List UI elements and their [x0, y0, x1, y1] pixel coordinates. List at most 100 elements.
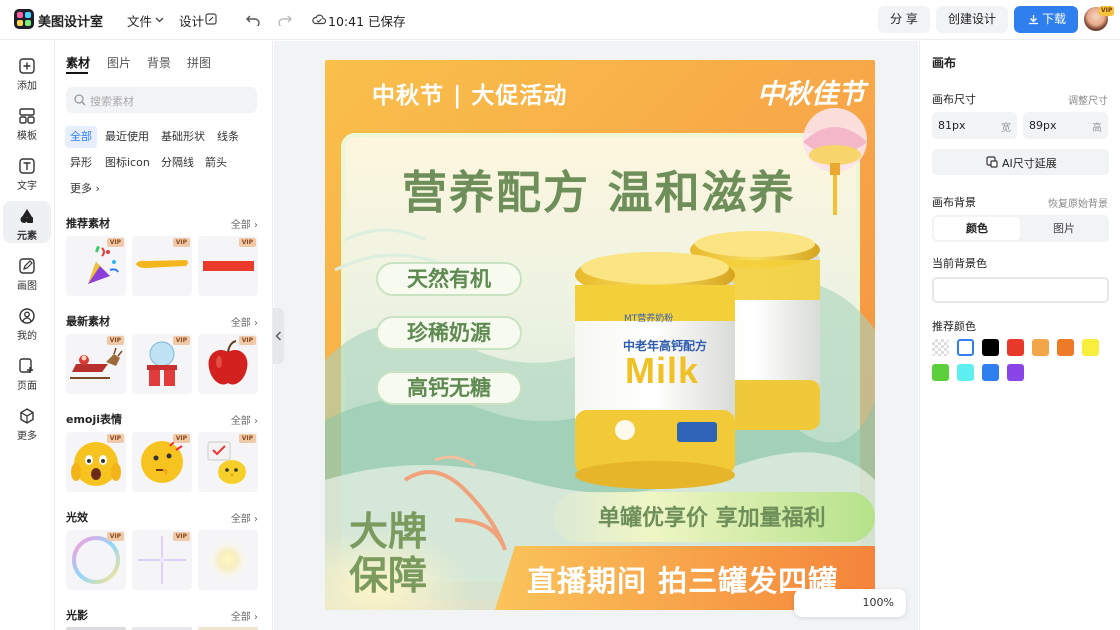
tab-collage[interactable]: 拼图: [187, 54, 211, 71]
vip-tag: VIP: [238, 238, 256, 247]
chip-all[interactable]: 全部: [65, 126, 97, 148]
nav-draw[interactable]: 画图: [3, 251, 51, 293]
vip-tag: VIP: [172, 434, 190, 443]
asset-chick-with-sign[interactable]: VIP: [198, 432, 258, 492]
color-swatch[interactable]: [982, 364, 999, 381]
asset-red-apple[interactable]: VIP: [198, 334, 258, 394]
asset-thinking-face[interactable]: VIP: [132, 432, 192, 492]
tab-materials[interactable]: 素材: [66, 54, 90, 71]
chip-irregular[interactable]: 异形: [65, 152, 97, 174]
nav-mine[interactable]: 我的: [3, 301, 51, 343]
see-all-label: 全部: [230, 514, 251, 525]
product-brand: MT营养奶粉: [624, 314, 674, 324]
nav-label: 文字: [17, 181, 37, 192]
see-all-recommended[interactable]: 全部 ›: [231, 216, 258, 231]
file-menu[interactable]: 文件: [127, 11, 152, 30]
poster-bottom-banner[interactable]: 直播期间 拍三罐发四罐: [527, 558, 838, 600]
asset-red-bar[interactable]: VIP: [198, 236, 258, 296]
color-swatch[interactable]: [1032, 339, 1049, 356]
tab-image[interactable]: 图片: [1021, 217, 1107, 240]
chip-more-label: 更多: [70, 182, 92, 195]
collapse-panel-handle[interactable]: [273, 308, 284, 364]
zoom-level[interactable]: 100%: [863, 596, 894, 609]
cube-icon: [20, 408, 34, 424]
feature-pill[interactable]: 高钙无糖: [376, 371, 522, 405]
left-nav: 添加 模板 文字 元素 画图 我的 页面 更多: [0, 41, 55, 630]
undo-icon[interactable]: [246, 12, 260, 26]
zoom-control[interactable]: 100%: [794, 589, 906, 617]
nav-label: 更多: [17, 431, 37, 442]
asset-snow-globe-gift[interactable]: VIP: [132, 334, 192, 394]
download-button[interactable]: 下载: [1014, 6, 1078, 33]
nav-label: 画图: [17, 281, 37, 292]
chip-recent[interactable]: 最近使用: [100, 126, 154, 148]
see-all-emoji[interactable]: 全部 ›: [231, 412, 258, 427]
nav-more[interactable]: 更多: [3, 401, 51, 443]
color-swatch[interactable]: [932, 364, 949, 381]
nav-pages[interactable]: 页面: [3, 351, 51, 393]
asset-party-popper[interactable]: VIP: [66, 236, 126, 296]
width-input[interactable]: 81px 宽: [932, 112, 1017, 139]
color-swatch[interactable]: [957, 339, 974, 356]
chip-arrows[interactable]: 箭头: [200, 152, 232, 174]
asset-star-sparkle[interactable]: VIP: [132, 530, 192, 590]
search-input[interactable]: 搜索素材: [66, 87, 257, 113]
feature-pill[interactable]: 天然有机: [376, 262, 522, 296]
see-all-light-effects[interactable]: 全部 ›: [231, 510, 258, 525]
nav-text[interactable]: 文字: [3, 151, 51, 193]
tab-images[interactable]: 图片: [107, 54, 131, 71]
color-swatch[interactable]: [1007, 364, 1024, 381]
current-bg-color-field[interactable]: [932, 277, 1109, 303]
tab-backgrounds[interactable]: 背景: [147, 54, 171, 71]
create-design-button[interactable]: 创建设计: [936, 6, 1008, 33]
asset-yellow-brush-stroke[interactable]: VIP: [132, 236, 192, 296]
restore-bg-link[interactable]: 恢复原始背景: [1048, 195, 1108, 210]
asset-santa-sleigh[interactable]: VIP: [66, 334, 126, 394]
nav-add[interactable]: 添加: [3, 51, 51, 93]
nav-templates[interactable]: 模板: [3, 101, 51, 143]
plus-square-icon: [19, 58, 35, 74]
asset-bubble-ring[interactable]: VIP: [66, 530, 126, 590]
width-value: 81px: [938, 119, 966, 132]
color-swatch[interactable]: [957, 364, 974, 381]
search-placeholder: 搜索素材: [90, 95, 134, 108]
ai-resize-button[interactable]: AI尺寸延展: [932, 149, 1109, 175]
height-input[interactable]: 89px 高: [1023, 112, 1108, 139]
asset-screaming-face[interactable]: VIP: [66, 432, 126, 492]
user-icon: [19, 308, 35, 324]
chip-dividers[interactable]: 分隔线: [156, 152, 199, 174]
color-swatch[interactable]: [1007, 339, 1024, 356]
chip-lines[interactable]: 线条: [212, 126, 244, 148]
poster-calligraphy[interactable]: 中秋佳节: [757, 72, 865, 111]
vip-tag: VIP: [172, 238, 190, 247]
see-all-light-shadow[interactable]: 全部 ›: [231, 608, 258, 623]
vip-tag: VIP: [106, 238, 124, 247]
color-swatch[interactable]: [982, 339, 999, 356]
tab-color[interactable]: 颜色: [934, 217, 1020, 240]
chevron-left-icon: [275, 331, 281, 341]
edit-icon[interactable]: [205, 13, 217, 25]
share-button[interactable]: 分 享: [878, 6, 930, 33]
canvas-bg-label: 画布背景: [932, 196, 976, 209]
color-swatch[interactable]: [932, 339, 949, 356]
poster-headline[interactable]: 营养配方 温和滋养: [402, 156, 796, 221]
chip-basic-shapes[interactable]: 基础形状: [156, 126, 210, 148]
see-all-latest[interactable]: 全部 ›: [231, 314, 258, 329]
text-icon: [19, 158, 35, 174]
poster-offer[interactable]: 单罐优享价 享加量福利: [598, 500, 826, 532]
vip-tag: VIP: [106, 336, 124, 345]
color-swatch[interactable]: [1082, 339, 1099, 356]
chip-icons[interactable]: 图标icon: [100, 152, 155, 174]
color-swatch[interactable]: [1057, 339, 1074, 356]
nav-elements[interactable]: 元素: [3, 201, 51, 243]
feature-pill[interactable]: 珍稀奶源: [376, 316, 522, 350]
design-menu[interactable]: 设计: [179, 11, 204, 30]
poster-header[interactable]: 中秋节 | 大促活动: [372, 76, 567, 110]
app-logo-icon[interactable]: [14, 9, 34, 29]
poster-canvas[interactable]: 中秋节 | 大促活动 中秋佳节 营养配方 温和滋养 天然有机 珍稀奶源 高钙无糖…: [325, 60, 875, 610]
poster-guarantee[interactable]: 大牌 保障: [349, 510, 427, 598]
asset-glow-dot[interactable]: [198, 530, 258, 590]
redo-icon[interactable]: [278, 12, 292, 26]
resize-link[interactable]: 调整尺寸: [1068, 92, 1108, 107]
chip-more[interactable]: 更多 ›: [65, 178, 105, 200]
